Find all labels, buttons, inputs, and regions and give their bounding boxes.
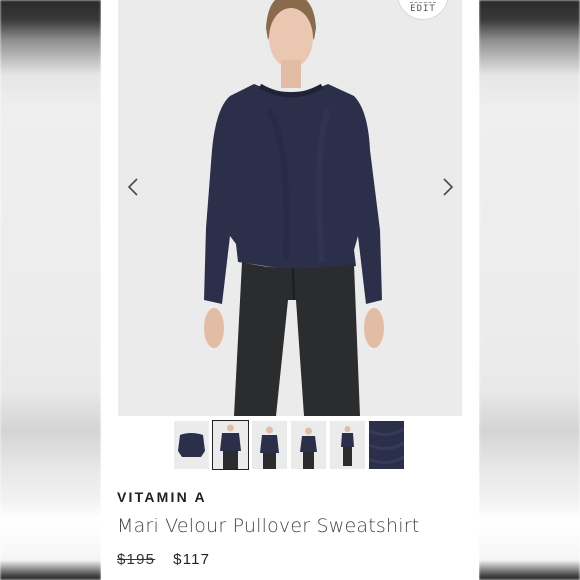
thumbnail-image — [178, 433, 205, 457]
chevron-left-icon — [127, 178, 138, 196]
thumbnail-back[interactable] — [291, 421, 326, 469]
thumbnail-strip — [174, 420, 404, 470]
thumbnail-flat-lay[interactable] — [174, 421, 209, 469]
right-blur-background — [479, 0, 580, 580]
brand-name[interactable]: VITAMIN A — [117, 489, 207, 505]
thumbnail-image — [369, 421, 404, 469]
thumbnail-side[interactable] — [252, 421, 287, 469]
product-title: Mari Velour Pullover Sweatshirt — [117, 515, 420, 537]
model-illustration — [118, 0, 462, 416]
product-card: EDIT VITAMIN A Mari Velour Pullover Swea… — [101, 0, 479, 580]
edit-badge-label: EDIT — [410, 2, 436, 14]
chevron-right-icon — [443, 178, 454, 196]
left-blur-background — [0, 0, 101, 580]
price-row: $195 $117 — [117, 551, 210, 568]
original-price: $195 — [117, 551, 156, 568]
sale-price: $117 — [173, 551, 211, 568]
thumbnail-full-body[interactable] — [330, 421, 365, 469]
product-main-image[interactable] — [118, 0, 462, 416]
thumbnail-image — [260, 426, 279, 469]
thumbnail-image — [300, 427, 317, 469]
thumbnail-image — [341, 426, 354, 466]
thumbnail-fabric-detail[interactable] — [369, 421, 404, 469]
next-image-button[interactable] — [438, 176, 458, 198]
thumbnail-front[interactable] — [212, 420, 249, 470]
thumbnail-image — [220, 424, 241, 469]
previous-image-button[interactable] — [123, 176, 143, 198]
